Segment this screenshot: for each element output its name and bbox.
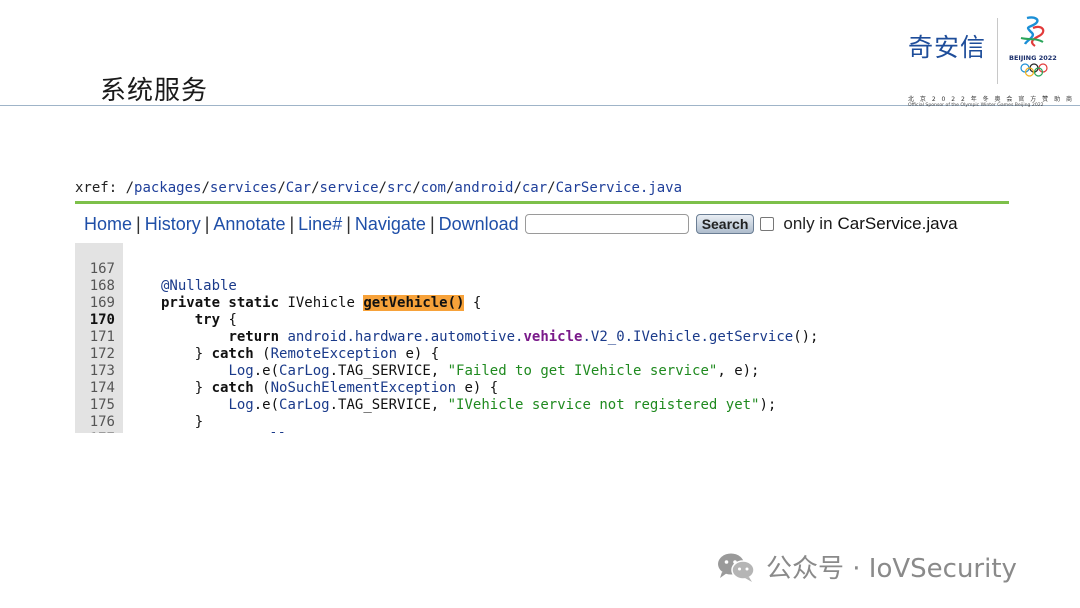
breadcrumb-link-services[interactable]: services — [210, 180, 277, 196]
xref-divider — [75, 201, 1009, 204]
olympic-emblem-icon: BEIJING 2022 — [1009, 16, 1057, 77]
code-line: 176 return null; — [75, 397, 1009, 433]
nav-link-line-numbers[interactable]: Line# — [298, 214, 342, 235]
search-button[interactable]: Search — [695, 214, 755, 234]
nav-link-download[interactable]: Download — [439, 214, 519, 235]
code-line: 175 } — [75, 380, 1009, 430]
nav-separator: | — [136, 213, 141, 234]
nav-separator: | — [429, 213, 435, 234]
breadcrumb-link-android[interactable]: android — [454, 180, 513, 196]
logo-caption-en: Official Sponsor of the Olympic Winter G… — [908, 103, 1044, 108]
code-line: 171 } catch (RemoteException e) { — [75, 312, 1009, 362]
breadcrumb-link-src[interactable]: src — [387, 180, 412, 196]
search-input[interactable] — [524, 214, 689, 234]
watermark-text: 公众号 · IoVSecurity — [766, 554, 1017, 584]
nav-link-home[interactable]: Home — [84, 214, 132, 235]
wechat-watermark: 公众号 · IoVSecurity — [716, 548, 1017, 585]
sponsor-logo: 奇安信 BEIJING 2022 北 京 2 0 2 2 年 冬 奥 会 官 方… — [905, 14, 1072, 108]
breadcrumb-link-service[interactable]: service — [320, 180, 379, 196]
code-line: 172 Log.e(CarLog.TAG_SERVICE, "Failed to… — [75, 329, 1009, 379]
source-nav-bar: Home | History | Annotate | Line# | Navi… — [84, 212, 958, 236]
logo-caption-cn: 北 京 2 0 2 2 年 冬 奥 会 官 方 赞 助 商 — [908, 96, 1074, 103]
code-line: 168 private static IVehicle getVehicle()… — [75, 261, 1009, 311]
code-line: 167 @Nullable — [75, 244, 1009, 294]
breadcrumb-link-car-pkg[interactable]: car — [522, 180, 547, 196]
emblem-text: BEIJING 2022 — [1009, 54, 1057, 62]
source-code-view: 167 @Nullable 168 private static IVehicl… — [75, 243, 1009, 433]
code-line: 173 } catch (NoSuchElementException e) { — [75, 346, 1009, 396]
slide-title: 系统服务 — [100, 76, 209, 106]
nav-separator: | — [289, 213, 295, 234]
nav-separator: | — [204, 213, 210, 234]
code-line-current: 170 return android.hardware.automotive.v… — [75, 295, 1009, 345]
wechat-icon — [718, 553, 755, 582]
code-text: return null; — [161, 431, 296, 433]
nav-separator: | — [346, 213, 351, 234]
line-number[interactable]: 177 — [75, 431, 115, 433]
brand-logo-text: 奇安信 — [908, 33, 987, 62]
logo-divider — [997, 18, 998, 84]
breadcrumb-link-com[interactable]: com — [421, 180, 446, 196]
only-in-label: only in — [783, 214, 833, 233]
code-line: 169 try { — [75, 278, 1009, 328]
code-line: 174 Log.e(CarLog.TAG_SERVICE, "IVehicle … — [75, 363, 1009, 413]
breadcrumb-link-file[interactable]: CarService.java — [556, 180, 682, 196]
breadcrumb-link-packages[interactable]: packages — [134, 180, 201, 196]
only-in-filename: CarService.java — [837, 214, 958, 233]
xref-breadcrumb: xref: /packages/services/Car/service/src… — [75, 180, 683, 196]
only-in-file-checkbox[interactable] — [760, 217, 775, 231]
code-line: 177 } — [75, 414, 1009, 433]
nav-link-annotate[interactable]: Annotate — [213, 214, 285, 235]
nav-link-navigate[interactable]: Navigate — [355, 214, 426, 235]
nav-link-history[interactable]: History — [145, 214, 201, 235]
breadcrumb-link-car[interactable]: Car — [286, 180, 311, 196]
xref-prefix: xref: / — [75, 180, 135, 196]
